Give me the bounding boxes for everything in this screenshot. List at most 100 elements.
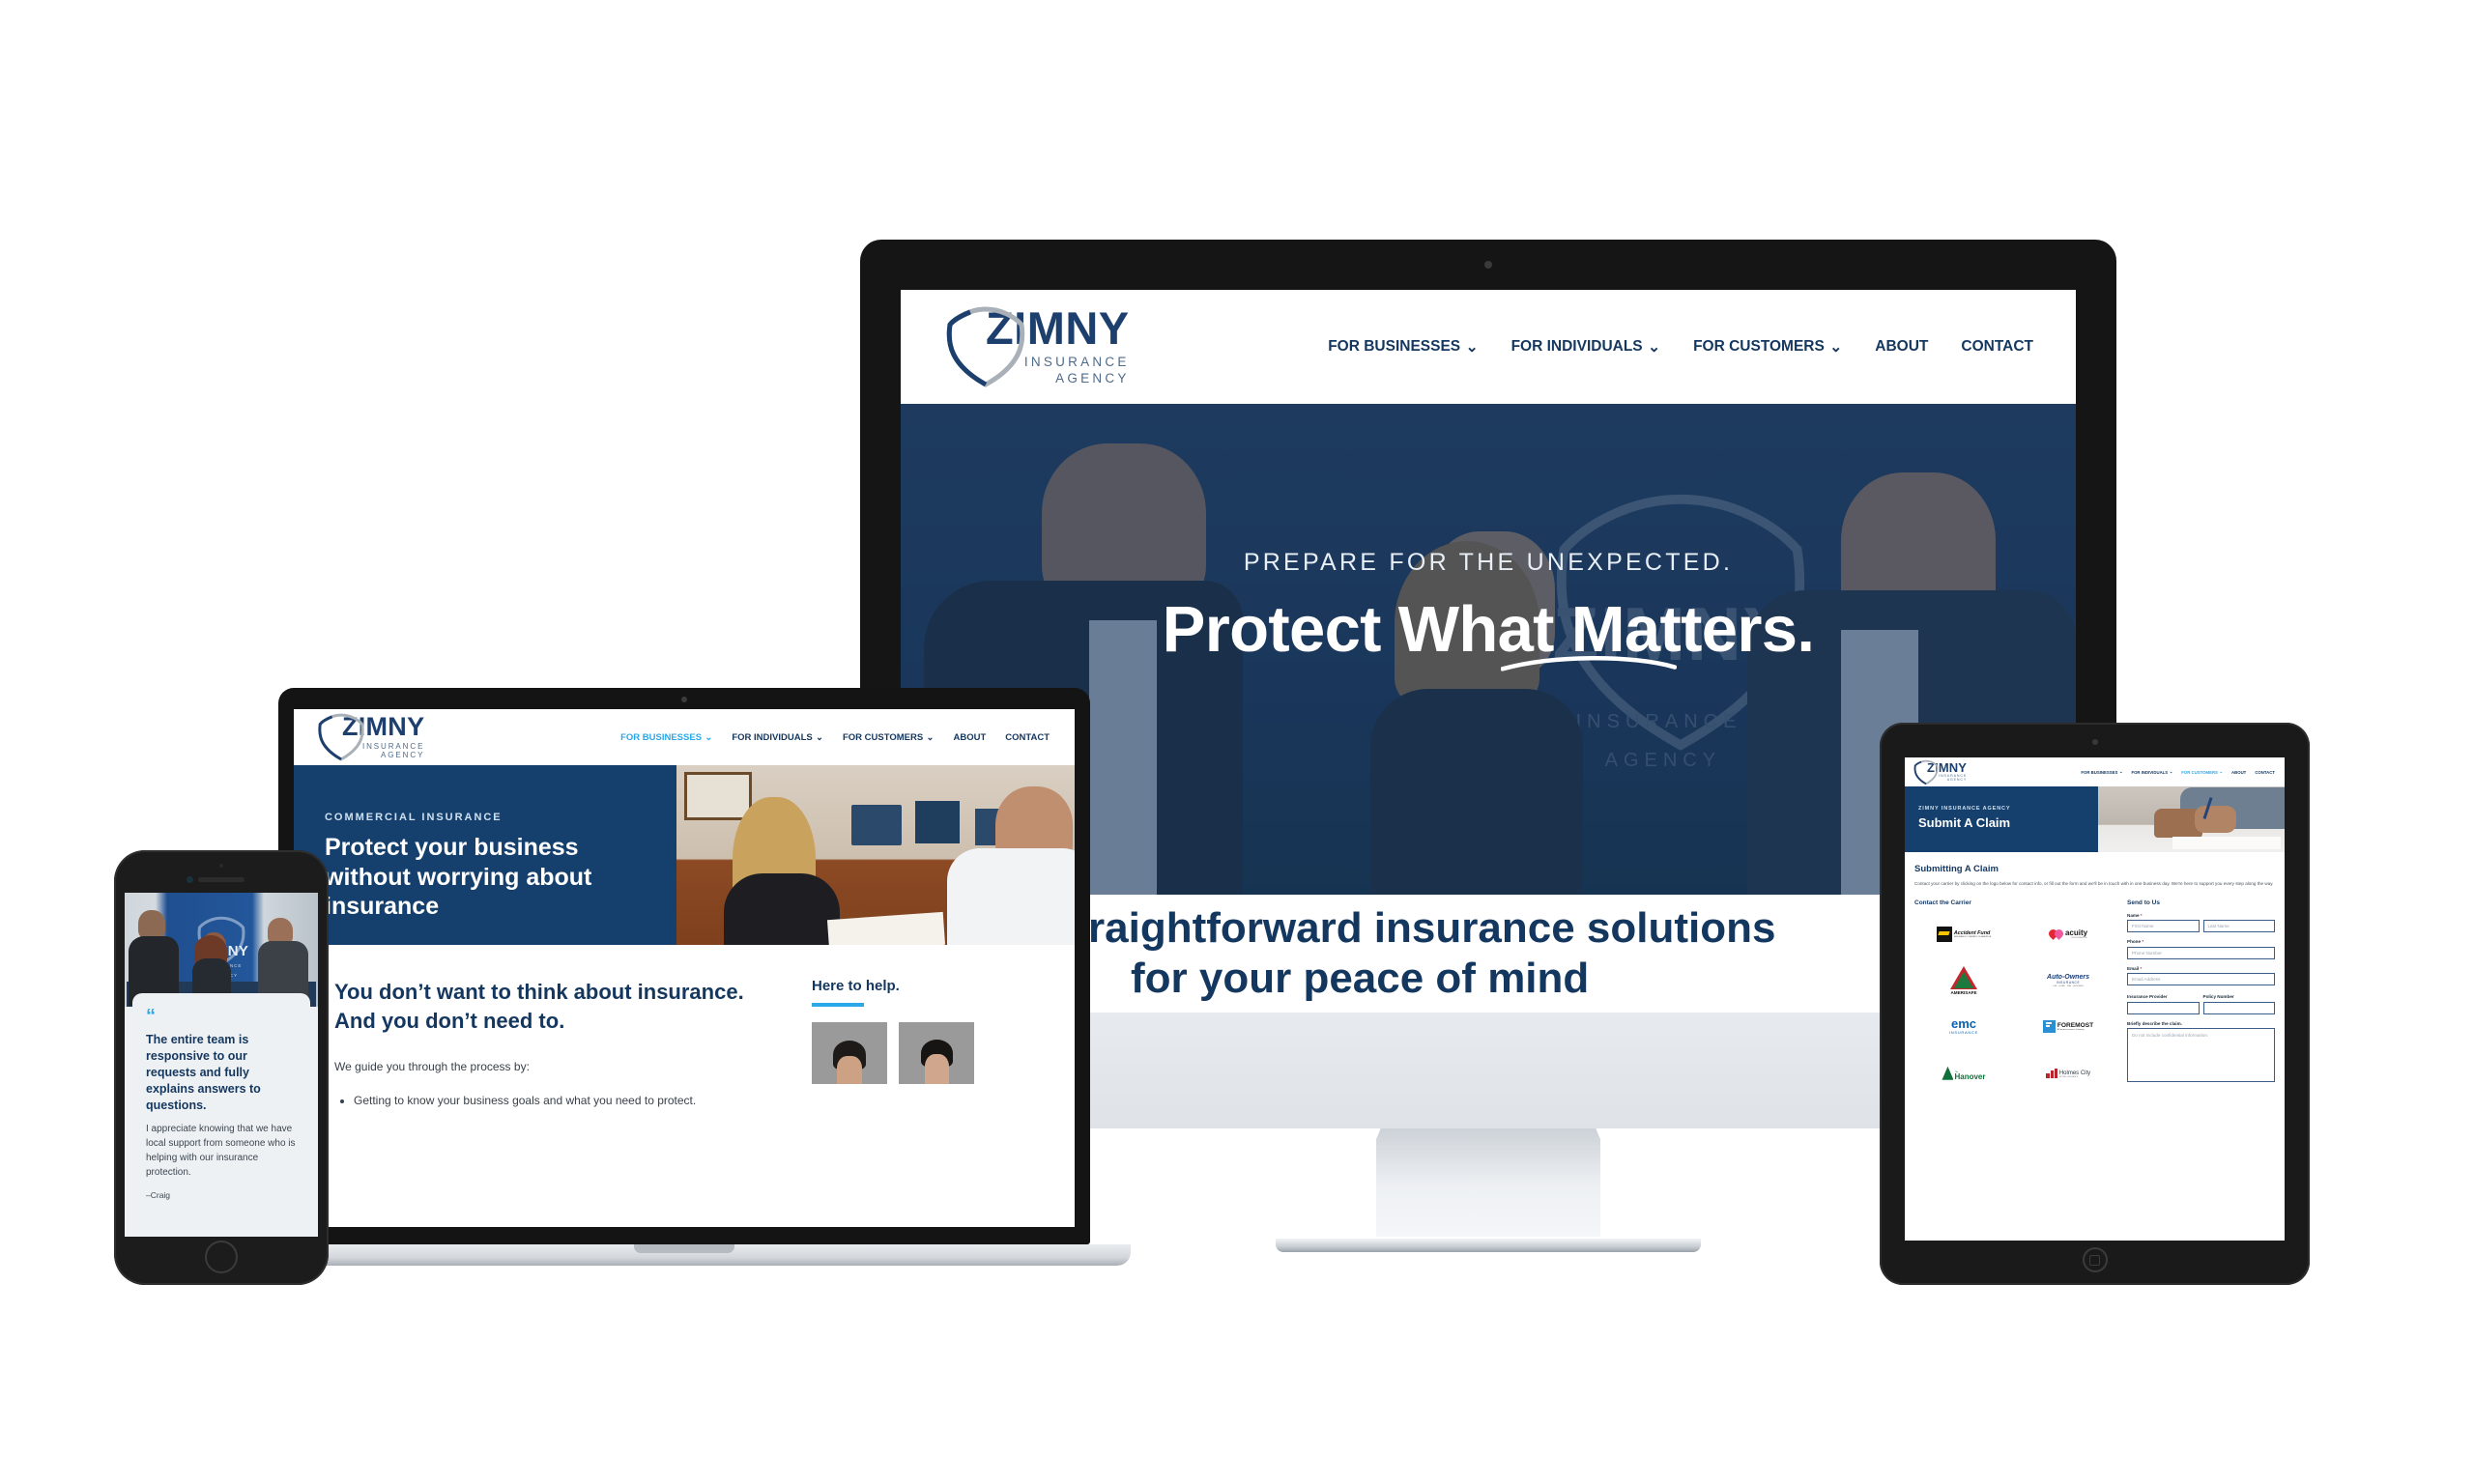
hero-kicker: PREPARE FOR THE UNEXPECTED. — [1243, 549, 1734, 576]
tablet-hero-text: ZIMNY INSURANCE AGENCY Submit A Claim — [1905, 786, 2098, 852]
laptop-body: You don’t want to think about insurance.… — [294, 945, 1075, 1111]
chevron-down-icon: ⌄ — [1648, 338, 1661, 356]
nav-item-for-individuals[interactable]: FOR INDIVIDUALS ⌄ — [1511, 338, 1660, 357]
phone-screen: ZIMNY INSURANCE AGENCY “ The entire team… — [125, 893, 318, 1237]
laptop-hero-kicker: COMMERCIAL INSURANCE — [325, 812, 503, 823]
policy-number-label: Policy Number — [2202, 994, 2234, 1000]
laptop-site-header: ZIMNY INSURANCE AGENCY FOR BUSINESSES ⌄ … — [294, 709, 1075, 765]
carrier-logo-holmes-city[interactable]: Holmes City MUTUAL INSURANCE — [2019, 1052, 2117, 1095]
nav-item-for-customers[interactable]: FOR CUSTOMERS ⌄ — [2181, 769, 2223, 775]
tablet-home-button[interactable] — [2082, 1247, 2108, 1272]
laptop-screen: ZIMNY INSURANCE AGENCY FOR BUSINESSES ⌄ … — [294, 709, 1075, 1227]
phone-speaker-icon — [198, 877, 245, 882]
nav-item-about[interactable]: ABOUT — [2231, 770, 2246, 775]
testimonial-attribution: –Craig — [146, 1190, 171, 1201]
nav-item-for-individuals[interactable]: FOR INDIVIDUALS ⌄ — [2131, 769, 2172, 775]
tablet-device: ZIMNY INSURANCE AGENCY FOR BUSINESSES ⌄ … — [1880, 723, 2310, 1285]
nav-item-contact[interactable]: CONTACT — [1961, 338, 2033, 356]
testimonial-body: I appreciate knowing that we have local … — [146, 1124, 296, 1179]
insurance-provider-field[interactable] — [2127, 1001, 2200, 1014]
carrier-logo-accident-fund[interactable]: Accident Fund INSURANCE COMPANY OF AMERI… — [1914, 913, 2013, 956]
phone-hero-photo: ZIMNY INSURANCE AGENCY — [125, 893, 318, 1007]
tablet-nav: FOR BUSINESSES ⌄ FOR INDIVIDUALS ⌄ FOR C… — [2081, 769, 2275, 775]
policy-labels-row: Insurance Provider Policy Number — [2127, 987, 2275, 999]
laptop-nav: FOR BUSINESSES ⌄ FOR INDIVIDUALS ⌄ FOR C… — [620, 732, 1050, 743]
testimonial-headline: The entire team is responsive to our req… — [146, 1033, 261, 1112]
laptop-body-heading-2: And you don’t need to. — [334, 1008, 565, 1033]
describe-claim-textarea[interactable]: Do not include confidential information. — [2127, 1028, 2275, 1083]
required-marker: * — [2142, 939, 2144, 945]
chevron-down-icon: ⌄ — [926, 731, 935, 743]
first-name-field[interactable]: First Name — [2127, 920, 2200, 933]
carrier-logo-hanover[interactable]: The Hanover — [1914, 1052, 2013, 1095]
nav-item-for-customers[interactable]: FOR CUSTOMERS ⌄ — [1693, 338, 1842, 357]
email-field[interactable]: Email Address — [2127, 973, 2275, 986]
phone-camera-icon — [187, 876, 193, 883]
nav-item-for-businesses[interactable]: FOR BUSINESSES ⌄ — [2081, 769, 2122, 775]
email-label: Email * — [2127, 965, 2143, 971]
carrier-logo-acuity[interactable]: acuity INSURANCE — [2019, 913, 2117, 956]
phone-body: ZIMNY INSURANCE AGENCY “ The entire team… — [114, 850, 329, 1285]
laptop-logo[interactable]: ZIMNY INSURANCE AGENCY — [315, 712, 424, 762]
phone-testimonial-card: “ The entire team is responsive to our r… — [132, 993, 310, 1237]
last-name-field[interactable]: Last Name — [2202, 920, 2275, 933]
phone-home-button[interactable] — [205, 1241, 238, 1273]
nav-item-about[interactable]: ABOUT — [953, 732, 986, 743]
carrier-logo-grid: Accident Fund INSURANCE COMPANY OF AMERI… — [1914, 913, 2117, 1095]
tablet-hero-title: Submit A Claim — [1918, 815, 2011, 830]
carrier-logo-emc[interactable]: emc INSURANCE — [1914, 1006, 2013, 1048]
solutions-text: Straightforward insurance solutions for … — [1046, 903, 1775, 1004]
policy-row — [2127, 999, 2275, 1014]
carrier-logo-foremost[interactable]: FOREMOST A Farmers Insurance Company — [2019, 1006, 2117, 1048]
shield-icon — [315, 712, 367, 762]
monitor-camera-icon — [1484, 261, 1492, 269]
chevron-down-icon: ⌄ — [2169, 769, 2173, 774]
name-row: First Name Last Name — [2127, 918, 2275, 933]
avatar[interactable] — [812, 1022, 887, 1084]
chevron-down-icon: ⌄ — [1465, 338, 1479, 356]
desktop-logo[interactable]: ZIMNY INSURANCE AGENCY — [941, 305, 1130, 388]
laptop-body-intro: We guide you through the process by: — [334, 1060, 530, 1074]
laptop-hero-text: COMMERCIAL INSURANCE Protect your busine… — [294, 765, 676, 945]
shield-icon — [941, 305, 1030, 388]
insurance-provider-label: Insurance Provider — [2127, 994, 2168, 1000]
tablet-screen: ZIMNY INSURANCE AGENCY FOR BUSINESSES ⌄ … — [1905, 757, 2285, 1241]
hero-text-block: PREPARE FOR THE UNEXPECTED. Protect What… — [901, 549, 2076, 671]
tablet-hero: ZIMNY INSURANCE AGENCY Submit A Claim — [1905, 786, 2285, 852]
laptop-hero: COMMERCIAL INSURANCE Protect your busine… — [294, 765, 1075, 945]
desktop-site-header: ZIMNY INSURANCE AGENCY FOR BUSINESSES ⌄ … — [901, 290, 2076, 404]
policy-number-field[interactable] — [2202, 1001, 2275, 1014]
carrier-logo-amerisafe[interactable]: AMERISAFE — [1914, 959, 2013, 1002]
describe-claim-label: Briefly describe the claim. — [2127, 1020, 2182, 1026]
solutions-line-2: for your peace of mind — [1131, 955, 1590, 1002]
tablet-logo[interactable]: ZIMNY INSURANCE AGENCY — [1913, 759, 1967, 785]
phone-field[interactable]: Phone Number — [2127, 946, 2275, 959]
nav-item-for-businesses[interactable]: FOR BUSINESSES ⌄ — [620, 732, 712, 743]
tablet-carriers-column: Contact the Carrier Accident Fund INSURA… — [1914, 899, 2117, 1095]
nav-item-about[interactable]: ABOUT — [1875, 338, 1928, 356]
form-heading: Send to Us — [2127, 899, 2160, 906]
nav-item-for-businesses[interactable]: FOR BUSINESSES ⌄ — [1328, 338, 1478, 357]
nav-item-contact[interactable]: CONTACT — [2255, 770, 2275, 775]
hero-underline-swoosh — [1501, 655, 1678, 671]
tablet-body-heading: Submitting A Claim — [1914, 864, 1999, 874]
laptop-body-bullets: Getting to know your business goals and … — [334, 1091, 789, 1111]
nav-item-for-customers[interactable]: FOR CUSTOMERS ⌄ — [843, 732, 935, 743]
laptop-hero-photo — [676, 765, 1075, 945]
laptop-body-heading-1: You don’t want to think about insurance. — [334, 980, 744, 1004]
tablet-hero-kicker: ZIMNY INSURANCE AGENCY — [1918, 806, 2011, 812]
tablet-form-column: Send to Us Name * First Name Last Name P… — [2127, 899, 2275, 1095]
laptop-notch — [634, 1244, 734, 1253]
desktop-nav: FOR BUSINESSES ⌄ FOR INDIVIDUALS ⌄ FOR C… — [1328, 338, 2033, 357]
laptop-bezel: ZIMNY INSURANCE AGENCY FOR BUSINESSES ⌄ … — [278, 688, 1090, 1244]
nav-item-for-individuals[interactable]: FOR INDIVIDUALS ⌄ — [732, 732, 823, 743]
nav-item-contact[interactable]: CONTACT — [1005, 732, 1050, 743]
tablet-camera-icon — [2091, 739, 2098, 745]
phone-sensor-icon — [219, 864, 223, 868]
carrier-logo-auto-owners[interactable]: Auto-Owners INSURANCE LIFE · HOME · CAR … — [2019, 959, 2117, 1002]
avatar[interactable] — [899, 1022, 974, 1084]
chevron-down-icon: ⌄ — [1829, 338, 1843, 356]
laptop-team-thumbnails — [812, 1022, 974, 1084]
chevron-down-icon: ⌄ — [705, 731, 713, 743]
phone-device: ZIMNY INSURANCE AGENCY “ The entire team… — [114, 850, 329, 1285]
